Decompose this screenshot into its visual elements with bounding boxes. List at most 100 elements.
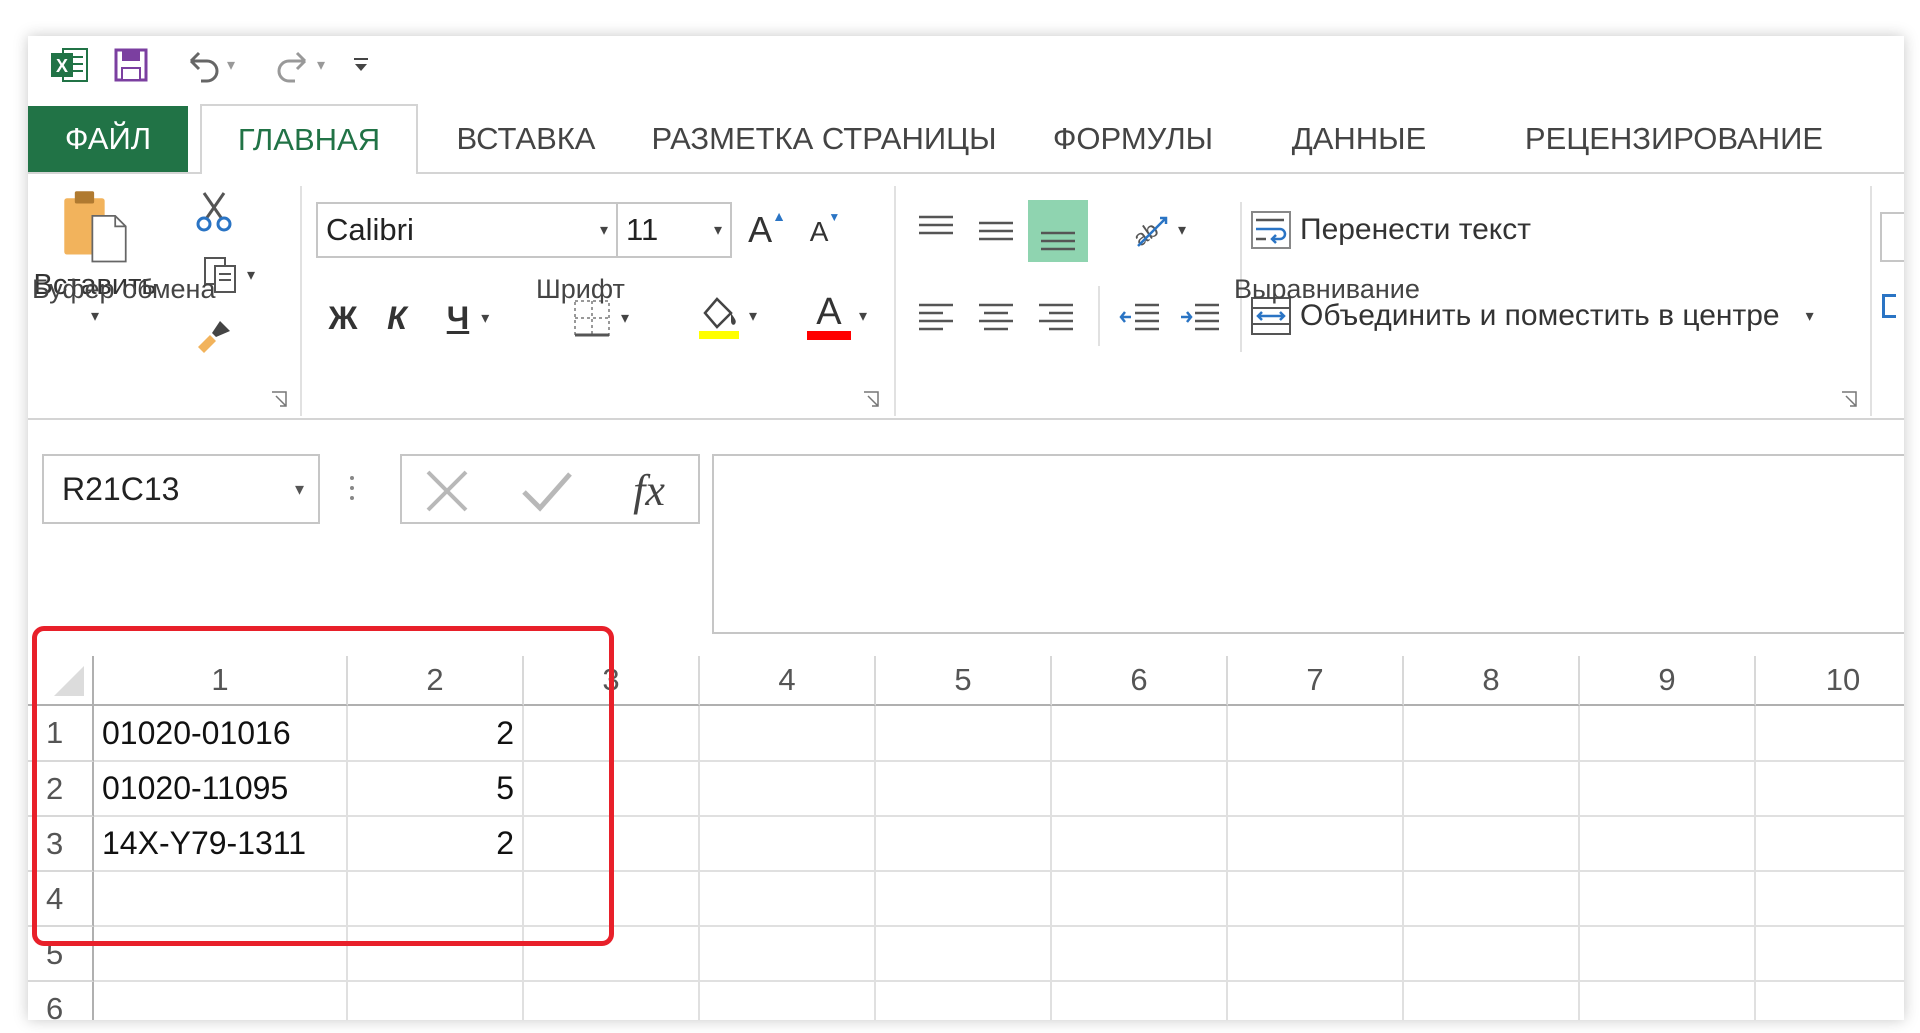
column-header[interactable]: 7 — [1228, 656, 1404, 706]
paste-button[interactable]: Вставить ▾ — [34, 186, 156, 326]
tab-insert[interactable]: ВСТАВКА — [428, 106, 624, 172]
bold-button[interactable]: Ж — [318, 290, 368, 346]
customize-qat-icon[interactable] — [346, 42, 376, 88]
align-right-button[interactable] — [1028, 290, 1084, 346]
align-center-button[interactable] — [968, 290, 1024, 346]
column-header[interactable]: 6 — [1052, 656, 1228, 706]
cell[interactable] — [1580, 982, 1756, 1020]
cell[interactable]: 01020-01016 — [94, 706, 348, 762]
italic-button[interactable]: К — [374, 290, 420, 346]
cell[interactable]: 2 — [348, 706, 524, 762]
alignment-launcher-icon[interactable] — [1840, 390, 1858, 408]
formula-bar-grip-icon[interactable] — [348, 468, 356, 508]
cell[interactable] — [1580, 872, 1756, 927]
cell[interactable] — [1580, 706, 1756, 762]
cell[interactable] — [1052, 982, 1228, 1020]
column-header[interactable]: 9 — [1580, 656, 1756, 706]
cell[interactable] — [876, 817, 1052, 872]
enter-icon[interactable] — [520, 468, 574, 514]
format-painter-icon[interactable] — [188, 312, 240, 362]
underline-button[interactable]: Ч ▾ — [428, 290, 508, 346]
tab-file[interactable]: ФАЙЛ — [28, 106, 188, 172]
cell[interactable] — [524, 706, 700, 762]
cell[interactable] — [876, 927, 1052, 982]
select-all-corner[interactable] — [28, 656, 94, 706]
tab-page-layout[interactable]: РАЗМЕТКА СТРАНИЦЫ — [636, 106, 1012, 172]
cell[interactable] — [1756, 872, 1904, 927]
cell[interactable] — [1228, 817, 1404, 872]
font-name-dropdown[interactable]: Calibri ▾ — [316, 202, 618, 258]
cell[interactable] — [524, 927, 700, 982]
cell[interactable] — [1580, 817, 1756, 872]
number-format-icon[interactable] — [1882, 294, 1896, 318]
row-header[interactable]: 3 — [28, 817, 94, 872]
clipboard-launcher-icon[interactable] — [270, 390, 288, 408]
cell[interactable] — [94, 927, 348, 982]
row-header[interactable]: 6 — [28, 982, 94, 1020]
cell[interactable] — [1404, 817, 1580, 872]
cut-icon[interactable] — [188, 186, 240, 236]
cell[interactable] — [524, 872, 700, 927]
cell[interactable] — [1052, 927, 1228, 982]
cell[interactable] — [1228, 982, 1404, 1020]
tab-data[interactable]: ДАННЫЕ — [1256, 106, 1462, 172]
decrease-indent-button[interactable] — [1112, 290, 1168, 346]
align-bottom-button[interactable] — [1028, 200, 1088, 262]
tab-review[interactable]: РЕЦЕНЗИРОВАНИЕ — [1474, 106, 1874, 172]
cell[interactable] — [1756, 762, 1904, 817]
cell[interactable] — [700, 762, 876, 817]
cell[interactable] — [700, 817, 876, 872]
cell[interactable] — [876, 982, 1052, 1020]
column-header[interactable]: 3 — [524, 656, 700, 706]
cell[interactable] — [1580, 762, 1756, 817]
column-header[interactable]: 4 — [700, 656, 876, 706]
tab-home[interactable]: ГЛАВНАЯ — [200, 104, 418, 174]
cell[interactable] — [1228, 927, 1404, 982]
number-format-dropdown[interactable] — [1880, 212, 1904, 262]
cell[interactable] — [700, 927, 876, 982]
wrap-text-button[interactable]: Перенести текст — [1250, 200, 1570, 260]
orientation-button[interactable]: ab ▾ — [1118, 202, 1198, 258]
cell[interactable] — [524, 817, 700, 872]
formula-input[interactable] — [712, 454, 1904, 634]
cell[interactable] — [1756, 706, 1904, 762]
cell[interactable] — [1228, 872, 1404, 927]
column-header[interactable]: 5 — [876, 656, 1052, 706]
cell[interactable] — [1052, 762, 1228, 817]
cell[interactable] — [876, 706, 1052, 762]
undo-icon[interactable]: ▾ — [174, 42, 244, 88]
cell[interactable] — [524, 762, 700, 817]
align-middle-button[interactable] — [968, 202, 1024, 258]
redo-icon[interactable]: ▾ — [264, 42, 334, 88]
column-header[interactable]: 1 — [94, 656, 348, 706]
cell[interactable] — [94, 872, 348, 927]
cell[interactable] — [1404, 872, 1580, 927]
increase-indent-button[interactable] — [1172, 290, 1228, 346]
cell[interactable] — [524, 982, 700, 1020]
cell[interactable] — [1228, 706, 1404, 762]
insert-function-icon[interactable]: fx — [616, 462, 682, 518]
name-box[interactable]: R21C13 ▾ — [42, 454, 320, 524]
cell[interactable] — [700, 706, 876, 762]
cell[interactable] — [348, 982, 524, 1020]
save-icon[interactable] — [108, 42, 154, 88]
column-header[interactable]: 8 — [1404, 656, 1580, 706]
font-launcher-icon[interactable] — [862, 390, 880, 408]
align-top-button[interactable] — [908, 202, 964, 258]
cell[interactable] — [1052, 817, 1228, 872]
cell[interactable] — [348, 872, 524, 927]
cell[interactable]: 2 — [348, 817, 524, 872]
cell[interactable] — [700, 982, 876, 1020]
cell[interactable] — [876, 762, 1052, 817]
row-header[interactable]: 4 — [28, 872, 94, 927]
cell[interactable]: 5 — [348, 762, 524, 817]
cell[interactable] — [1580, 927, 1756, 982]
cell[interactable] — [1228, 762, 1404, 817]
cell[interactable] — [1404, 706, 1580, 762]
column-header[interactable]: 10 — [1756, 656, 1904, 706]
cell[interactable] — [700, 872, 876, 927]
cell[interactable] — [1756, 927, 1904, 982]
grow-font-button[interactable]: A ▲ — [744, 202, 790, 258]
cell[interactable] — [94, 982, 348, 1020]
cell[interactable] — [1404, 762, 1580, 817]
